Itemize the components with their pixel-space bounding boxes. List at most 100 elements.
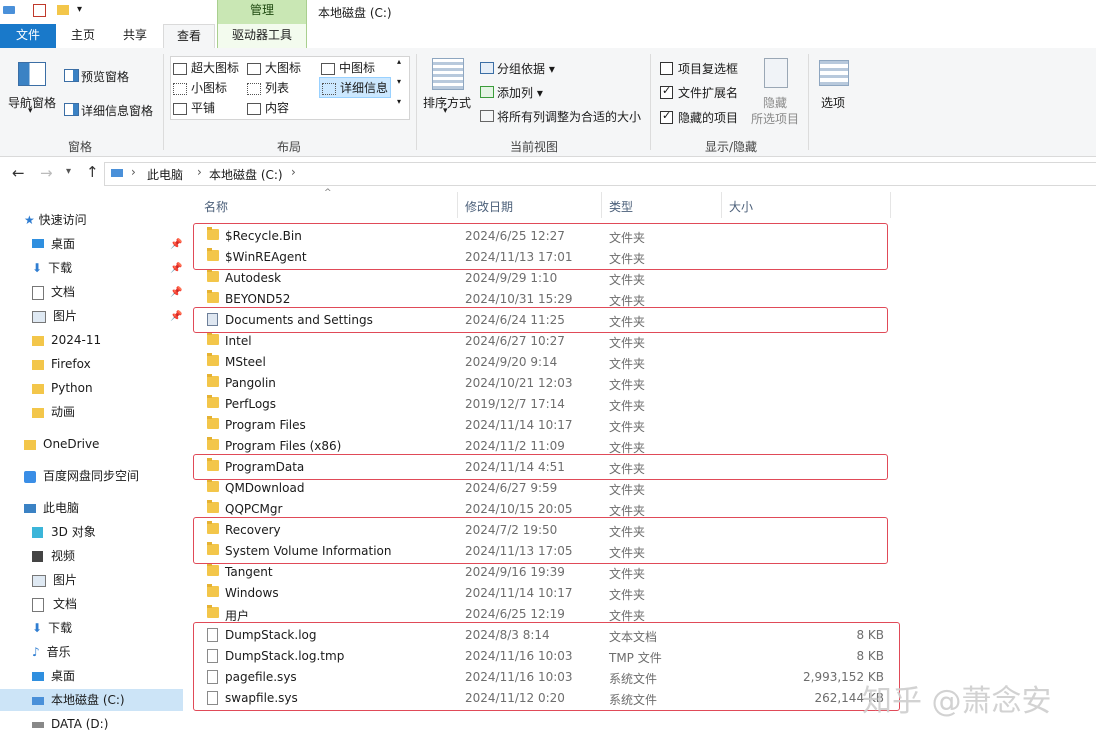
gallery-expand[interactable]: ▾ (397, 97, 401, 106)
annotation-box (193, 223, 888, 270)
layout-medium-icons[interactable]: 中图标 (321, 59, 375, 76)
nav-item-documents[interactable]: 文档 (32, 281, 75, 303)
music-icon: ♪ (32, 645, 40, 659)
nav-item-firefox[interactable]: Firefox (32, 353, 91, 375)
file-name: Intel (225, 334, 252, 348)
file-name: QQPCMgr (225, 502, 283, 516)
drive-icon (32, 696, 44, 705)
nav-baidu-sync[interactable]: 百度网盘同步空间 (24, 465, 139, 487)
nav-item-local-disk-c[interactable]: 本地磁盘 (C:) (0, 689, 183, 711)
file-date: 2024/11/14 10:17 (465, 586, 573, 600)
nav-item-videos[interactable]: 视频 (32, 545, 75, 567)
options-button[interactable]: 选项 (821, 94, 845, 111)
properties-icon[interactable] (33, 4, 46, 17)
file-date: 2024/10/15 20:05 (465, 502, 573, 516)
gallery-scroll-down[interactable]: ▾ (397, 77, 401, 86)
folder-icon (207, 584, 219, 597)
file-row[interactable]: MSteel 2024/9/20 9:14 文件夹 (195, 352, 890, 373)
file-row[interactable]: QMDownload 2024/6/27 9:59 文件夹 (195, 478, 890, 499)
file-row[interactable]: Program Files 2024/11/14 10:17 文件夹 (195, 415, 890, 436)
hide-selected-icon (764, 58, 788, 88)
nav-item-3d-objects[interactable]: 3D 对象 (32, 521, 96, 543)
nav-quick-access[interactable]: ★ 快速访问 (24, 209, 87, 231)
details-pane-button[interactable]: 详细信息窗格 (81, 102, 153, 119)
file-name: QMDownload (225, 481, 305, 495)
file-extensions-checkbox[interactable] (660, 84, 673, 99)
group-by-button[interactable]: 分组依据 ▾ (497, 60, 555, 77)
file-row[interactable]: Tangent 2024/9/16 19:39 文件夹 (195, 562, 890, 583)
file-date: 2024/11/14 10:17 (465, 418, 573, 432)
file-row[interactable]: Pangolin 2024/10/21 12:03 文件夹 (195, 373, 890, 394)
nav-item-python[interactable]: Python (32, 377, 93, 399)
context-tab-manage[interactable]: 管理 (217, 0, 307, 24)
column-header-size[interactable]: 大小 (729, 198, 753, 215)
nav-item-2024-11[interactable]: 2024-11 (32, 329, 101, 351)
hidden-items-label[interactable]: 隐藏的项目 (678, 109, 738, 126)
nav-item-pictures[interactable]: 图片 (32, 305, 77, 327)
nav-item-pc-pictures[interactable]: 图片 (32, 569, 77, 591)
tab-file[interactable]: 文件 (0, 24, 56, 48)
new-folder-icon[interactable] (57, 5, 69, 15)
hide-selected-button[interactable]: 隐藏 (763, 94, 787, 111)
recent-chevron-icon[interactable]: ▾ (66, 166, 71, 177)
tab-drive-tools[interactable]: 驱动器工具 (217, 24, 307, 48)
nav-item-pc-downloads[interactable]: ⬇ 下载 (32, 617, 72, 639)
nav-item-downloads[interactable]: ⬇ 下载 (32, 257, 72, 279)
item-checkboxes-label[interactable]: 项目复选框 (678, 60, 738, 77)
column-divider[interactable] (457, 192, 458, 218)
column-header-type[interactable]: 类型 (609, 198, 633, 215)
file-row[interactable]: Autodesk 2024/9/29 1:10 文件夹 (195, 268, 890, 289)
add-columns-button[interactable]: 添加列 ▾ (497, 84, 543, 101)
layout-extra-large-icons[interactable]: 超大图标 (173, 59, 239, 76)
file-row[interactable]: Intel 2024/6/27 10:27 文件夹 (195, 331, 890, 352)
layout-content[interactable]: 内容 (247, 99, 289, 116)
nav-onedrive[interactable]: OneDrive (24, 433, 99, 455)
tab-share[interactable]: 共享 (112, 24, 158, 48)
file-extensions-label[interactable]: 文件扩展名 (678, 84, 738, 101)
gallery-scroll-up[interactable]: ▴ (397, 57, 401, 66)
nav-item-pc-documents[interactable]: 文档 (32, 593, 77, 615)
nav-this-pc[interactable]: 此电脑 (24, 497, 79, 519)
file-name: Program Files (225, 418, 306, 432)
column-divider[interactable] (721, 192, 722, 218)
file-row[interactable]: Windows 2024/11/14 10:17 文件夹 (195, 583, 890, 604)
tab-home[interactable]: 主页 (60, 24, 106, 48)
layout-list[interactable]: 列表 (247, 79, 289, 96)
back-arrow-icon[interactable]: ← (12, 164, 25, 182)
hidden-items-checkbox[interactable] (660, 109, 673, 124)
column-divider[interactable] (890, 192, 891, 218)
folder-icon (24, 439, 36, 450)
layout-small-icons[interactable]: 小图标 (173, 79, 227, 96)
drive-icon[interactable] (3, 6, 15, 14)
nav-item-music[interactable]: ♪ 音乐 (32, 641, 71, 663)
breadcrumb-local-disk[interactable]: 本地磁盘 (C:) (209, 166, 283, 183)
file-date: 2024/6/27 9:59 (465, 481, 558, 495)
file-name: Autodesk (225, 271, 282, 285)
item-checkboxes-checkbox[interactable] (660, 62, 673, 75)
tab-view[interactable]: 查看 (163, 24, 215, 50)
picture-icon (32, 310, 46, 323)
column-header-name[interactable]: 名称 (204, 198, 228, 215)
column-divider[interactable] (601, 192, 602, 218)
file-name: Windows (225, 586, 279, 600)
layout-tiles[interactable]: 平铺 (173, 99, 215, 116)
chevron-down-icon[interactable]: ▾ (77, 4, 91, 18)
column-header-modified[interactable]: 修改日期 (465, 198, 513, 215)
up-arrow-icon[interactable]: ↑ (86, 163, 99, 181)
nav-item-pc-desktop[interactable]: 桌面 (32, 665, 75, 687)
nav-item-desktop[interactable]: 桌面 (32, 233, 75, 255)
breadcrumb-this-pc[interactable]: 此电脑 (147, 166, 183, 183)
forward-arrow-icon[interactable]: → (40, 164, 53, 182)
size-all-columns-button[interactable]: 将所有列调整为合适的大小 (497, 108, 641, 125)
nav-item-data-d[interactable]: DATA (D:) (32, 713, 108, 735)
hide-selected-label: 所选项目 (751, 112, 800, 126)
layout-large-icons[interactable]: 大图标 (247, 59, 301, 76)
nav-item-animation[interactable]: 动画 (32, 401, 75, 423)
folder-icon (207, 605, 219, 618)
address-bar[interactable]: › 此电脑 › 本地磁盘 (C:) › (104, 162, 1096, 186)
file-row[interactable]: PerfLogs 2019/12/7 17:14 文件夹 (195, 394, 890, 415)
navigation-pane-icon[interactable] (18, 62, 46, 86)
folder-icon (207, 332, 219, 345)
layout-details[interactable]: 详细信息 (319, 77, 392, 98)
preview-pane-button[interactable]: 预览窗格 (81, 68, 129, 85)
